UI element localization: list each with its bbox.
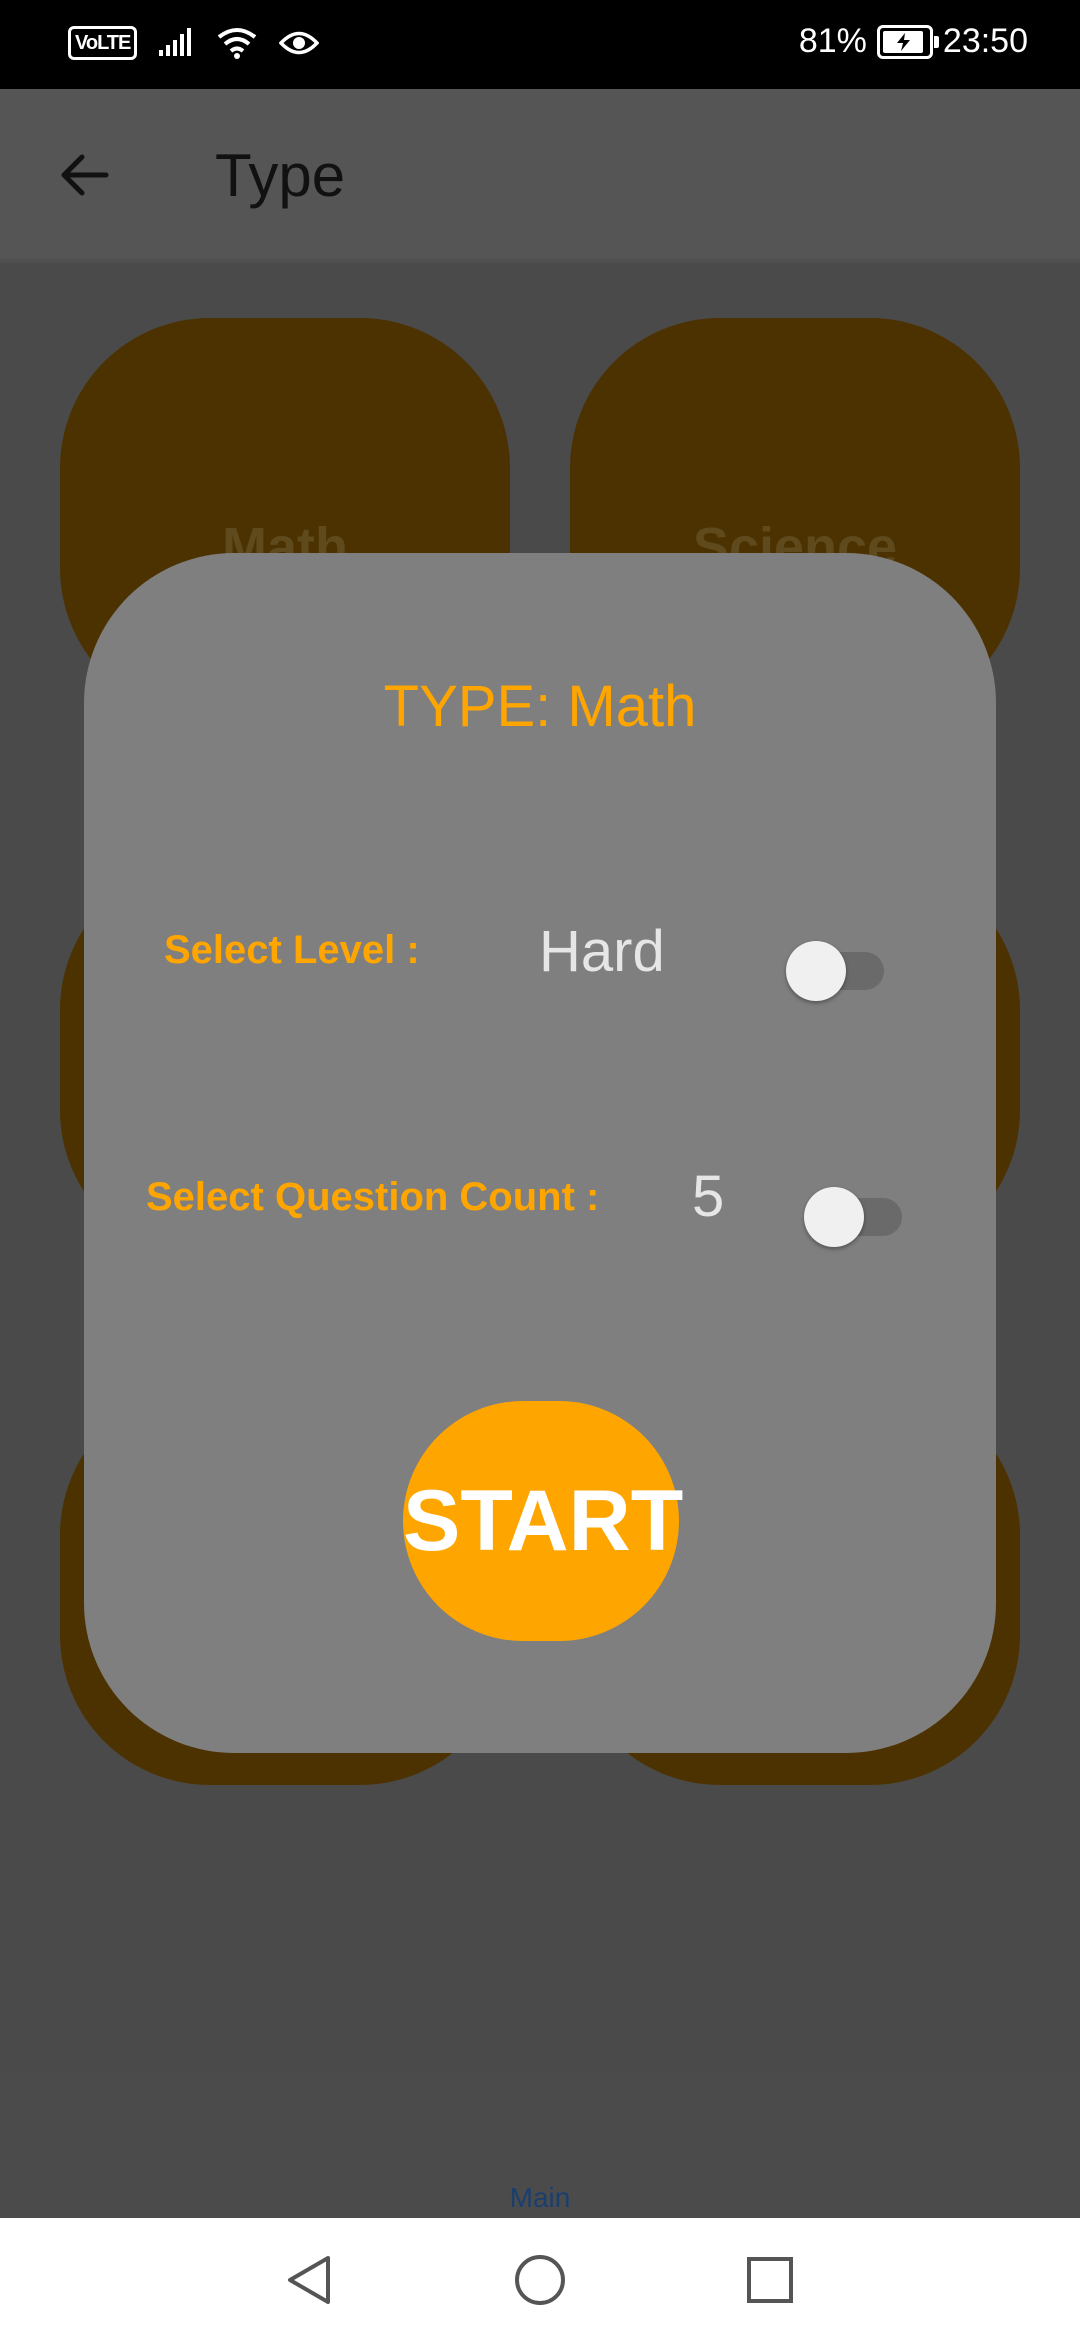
question-count-toggle[interactable]: [804, 1187, 902, 1247]
level-toggle[interactable]: [786, 941, 884, 1001]
dialog-title: TYPE: Math: [383, 674, 697, 739]
select-question-count-label: Select Question Count :: [146, 1175, 600, 1219]
battery-icon: [876, 24, 939, 59]
signal-icon: [159, 28, 192, 56]
back-triangle-icon[interactable]: [282, 2252, 338, 2308]
status-left: VoLTE: [68, 26, 320, 60]
start-button[interactable]: START: [403, 1401, 683, 1641]
toggle-thumb: [804, 1187, 864, 1247]
recents-square-icon[interactable]: [742, 2252, 798, 2308]
status-bar: VoLTE 81% 23:50: [0, 0, 1080, 89]
app-bar: Type: [0, 89, 1080, 263]
toggle-thumb: [786, 941, 846, 1001]
select-level-label: Select Level :: [164, 928, 420, 972]
battery-percent: 81%: [798, 22, 867, 60]
home-circle-icon[interactable]: [512, 2252, 568, 2308]
level-value: Hard: [539, 919, 665, 984]
wifi-icon: [218, 28, 257, 59]
eye-icon: [279, 31, 320, 55]
bottom-nav-main[interactable]: Main: [0, 2182, 1080, 2214]
clock: 23:50: [942, 22, 1028, 60]
question-count-value: 5: [692, 1164, 725, 1229]
arrow-back-icon[interactable]: [56, 147, 112, 203]
volte-badge: VoLTE: [68, 26, 138, 60]
quiz-settings-dialog: TYPE: Math Select Level : Hard Select Qu…: [84, 553, 996, 1753]
status-right: 81% 23:50: [799, 22, 1028, 61]
system-nav-bar: [0, 2218, 1080, 2340]
page-title: Type: [215, 142, 346, 209]
bottom-nav: Main: [0, 2072, 1080, 2218]
